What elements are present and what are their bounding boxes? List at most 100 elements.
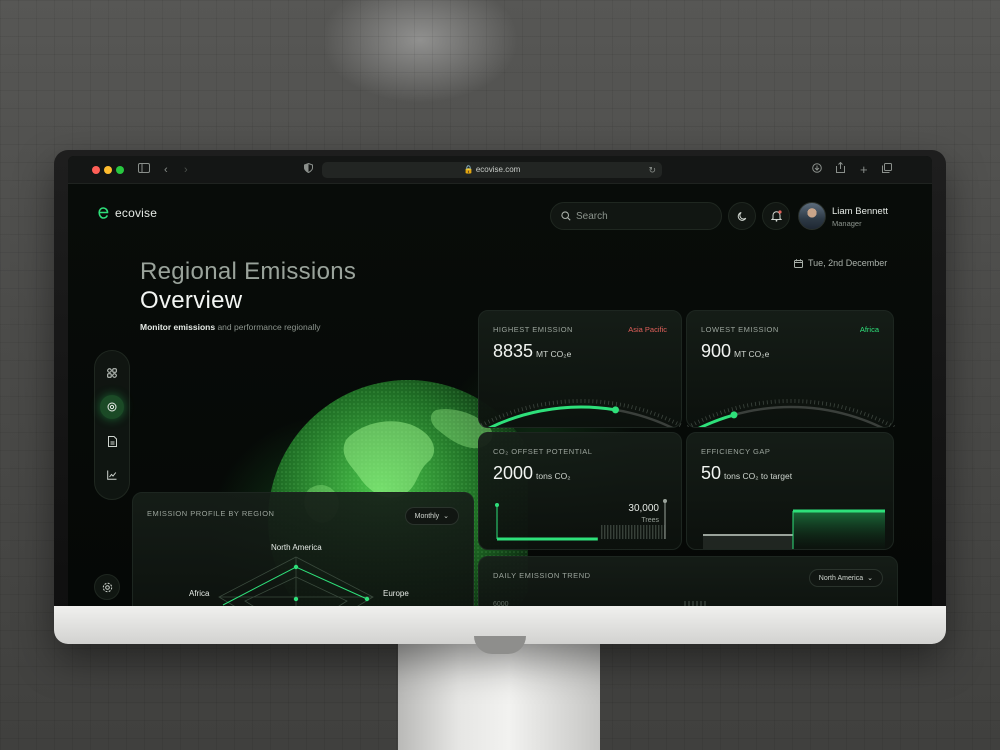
lowest-gauge-tick xyxy=(750,402,753,407)
highest-gauge-tick xyxy=(638,407,641,412)
privacy-shield-icon[interactable] xyxy=(304,162,313,178)
lowest-gauge-tick xyxy=(743,404,745,409)
sidebar-item-analytics[interactable] xyxy=(100,463,124,487)
new-tab-icon[interactable]: + xyxy=(860,162,868,178)
highest-gauge-tick xyxy=(521,407,524,412)
settings-button[interactable] xyxy=(94,574,120,600)
notifications-button[interactable] xyxy=(762,202,790,230)
address-bar[interactable]: 🔒 ecovise.com ↻ xyxy=(322,162,662,178)
screen: ‹ › 🔒 ecovise.com ↻ + ecovise Search Lia… xyxy=(68,156,932,606)
lowest-gauge-tick xyxy=(856,409,859,414)
offset-value: 2000 tons CO₂ xyxy=(493,463,571,484)
emission-profile-card[interactable]: EMISSION PROFILE BY REGION Monthly ⌄ Nor… xyxy=(132,492,474,606)
page-title-line2: Overview xyxy=(140,287,243,314)
lowest-gauge-fill xyxy=(698,413,735,427)
offset-potential-card[interactable]: CO₂ OFFSET POTENTIAL 2000 tons CO₂ 30,00… xyxy=(478,432,682,550)
highest-gauge-tick xyxy=(502,413,505,418)
highest-gauge-track xyxy=(488,405,674,427)
browser-toolbar: ‹ › 🔒 ecovise.com ↻ + xyxy=(68,156,932,184)
date-text: Tue, 2nd December xyxy=(808,258,888,268)
offset-progress-bar xyxy=(495,499,667,541)
sidebar-toggle-icon[interactable] xyxy=(138,162,150,178)
trend-region-dropdown[interactable]: North America ⌄ xyxy=(808,569,883,587)
lowest-gauge-tick xyxy=(878,417,881,422)
lowest-gauge-tick xyxy=(712,413,715,418)
highest-gauge-tick xyxy=(544,401,547,406)
highest-gauge-tick xyxy=(668,417,671,422)
lowest-gauge-tick xyxy=(885,421,888,426)
share-icon[interactable] xyxy=(836,161,845,178)
lowest-gauge-tick xyxy=(701,417,704,422)
highest-gauge-tick xyxy=(491,417,494,422)
lowest-gauge-tick xyxy=(739,405,741,410)
highest-gauge-tick xyxy=(480,423,484,427)
highest-gauge-tick xyxy=(484,421,487,426)
calendar-icon xyxy=(794,258,803,268)
highest-gauge-tick xyxy=(607,400,610,405)
theme-toggle-button[interactable] xyxy=(728,202,756,230)
daily-emission-trend-card[interactable]: DAILY EMISSION TREND North America ⌄ 600… xyxy=(478,556,898,606)
lowest-region-tag: Africa xyxy=(859,325,879,334)
lowest-gauge-tick xyxy=(727,408,730,413)
highest-gauge-tick xyxy=(623,403,626,408)
highest-gauge-tick xyxy=(675,421,678,426)
ecovise-logo-icon xyxy=(98,207,109,219)
lowest-gauge-tick xyxy=(825,401,828,406)
search-box[interactable] xyxy=(550,202,722,230)
lowest-emission-card[interactable]: LOWEST EMISSION Africa 900 MT CO₂e xyxy=(686,310,895,428)
tab-overview-icon[interactable] xyxy=(882,162,892,178)
highest-gauge-tick xyxy=(678,423,682,427)
highest-gauge-tick xyxy=(487,419,491,424)
lowest-gauge-tick xyxy=(848,407,851,412)
lowest-gauge-track xyxy=(698,405,884,427)
highest-gauge-tick xyxy=(664,416,667,421)
lowest-gauge-tick xyxy=(694,421,697,426)
search-input[interactable] xyxy=(576,210,706,222)
download-icon[interactable] xyxy=(812,162,822,178)
sidebar-item-dashboard[interactable] xyxy=(100,361,124,385)
highest-gauge-tick xyxy=(653,411,656,416)
back-icon[interactable]: ‹ xyxy=(164,162,168,178)
trend-axis-tick: 6000 xyxy=(493,601,509,606)
offset-value-number: 2000 xyxy=(493,463,534,483)
subtitle-rest: and performance regionally xyxy=(215,322,321,332)
highest-region-tag: Asia Pacific xyxy=(628,325,667,334)
reload-icon[interactable]: ↻ xyxy=(648,162,656,178)
page-subtitle: Monitor emissions and performance region… xyxy=(140,322,320,332)
efficiency-value-number: 50 xyxy=(701,463,722,483)
highest-gauge-tick xyxy=(517,408,520,413)
minimize-window-button[interactable] xyxy=(104,166,112,174)
highest-gauge-tick xyxy=(525,406,528,411)
highest-gauge-tick xyxy=(513,409,516,414)
lowest-gauge-tick xyxy=(841,405,843,410)
highest-gauge-tick xyxy=(552,400,555,405)
sidebar-nav xyxy=(94,350,130,500)
lowest-gauge-tick xyxy=(758,401,761,406)
highest-gauge-tick xyxy=(660,414,664,419)
highest-gauge-tick xyxy=(631,405,633,410)
highest-emission-gauge xyxy=(480,399,682,427)
highest-value-number: 8835 xyxy=(493,341,534,361)
page-title-line1: Regional Emissions xyxy=(140,258,357,285)
highest-emission-card[interactable]: HIGHEST EMISSION Asia Pacific 8835 MT CO… xyxy=(478,310,682,428)
close-window-button[interactable] xyxy=(92,166,100,174)
maximize-window-button[interactable] xyxy=(116,166,124,174)
efficiency-value-unit: tons CO₂ to target xyxy=(724,471,793,481)
highest-gauge-tick xyxy=(498,414,502,419)
highest-gauge-tick xyxy=(627,404,629,409)
highest-gauge-fill xyxy=(488,405,616,427)
efficiency-gap-card[interactable]: EFFICIENCY GAP 50 tons CO₂ to target xyxy=(686,432,894,550)
highest-gauge-tick xyxy=(611,401,614,406)
chevron-down-icon: ⌄ xyxy=(867,575,873,582)
avatar[interactable] xyxy=(798,202,826,230)
highest-gauge-tick xyxy=(536,403,539,408)
brand-logo[interactable]: ecovise xyxy=(96,206,157,220)
sidebar-item-reports[interactable] xyxy=(100,429,124,453)
lowest-gauge-tick xyxy=(731,407,734,412)
lowest-gauge-tick xyxy=(716,411,719,416)
forward-icon[interactable]: › xyxy=(184,162,188,178)
sidebar-item-overview[interactable] xyxy=(100,395,124,419)
lowest-gauge-tick xyxy=(859,410,863,415)
lowest-gauge-tick xyxy=(893,424,895,427)
card-label: HIGHEST EMISSION xyxy=(493,325,573,334)
